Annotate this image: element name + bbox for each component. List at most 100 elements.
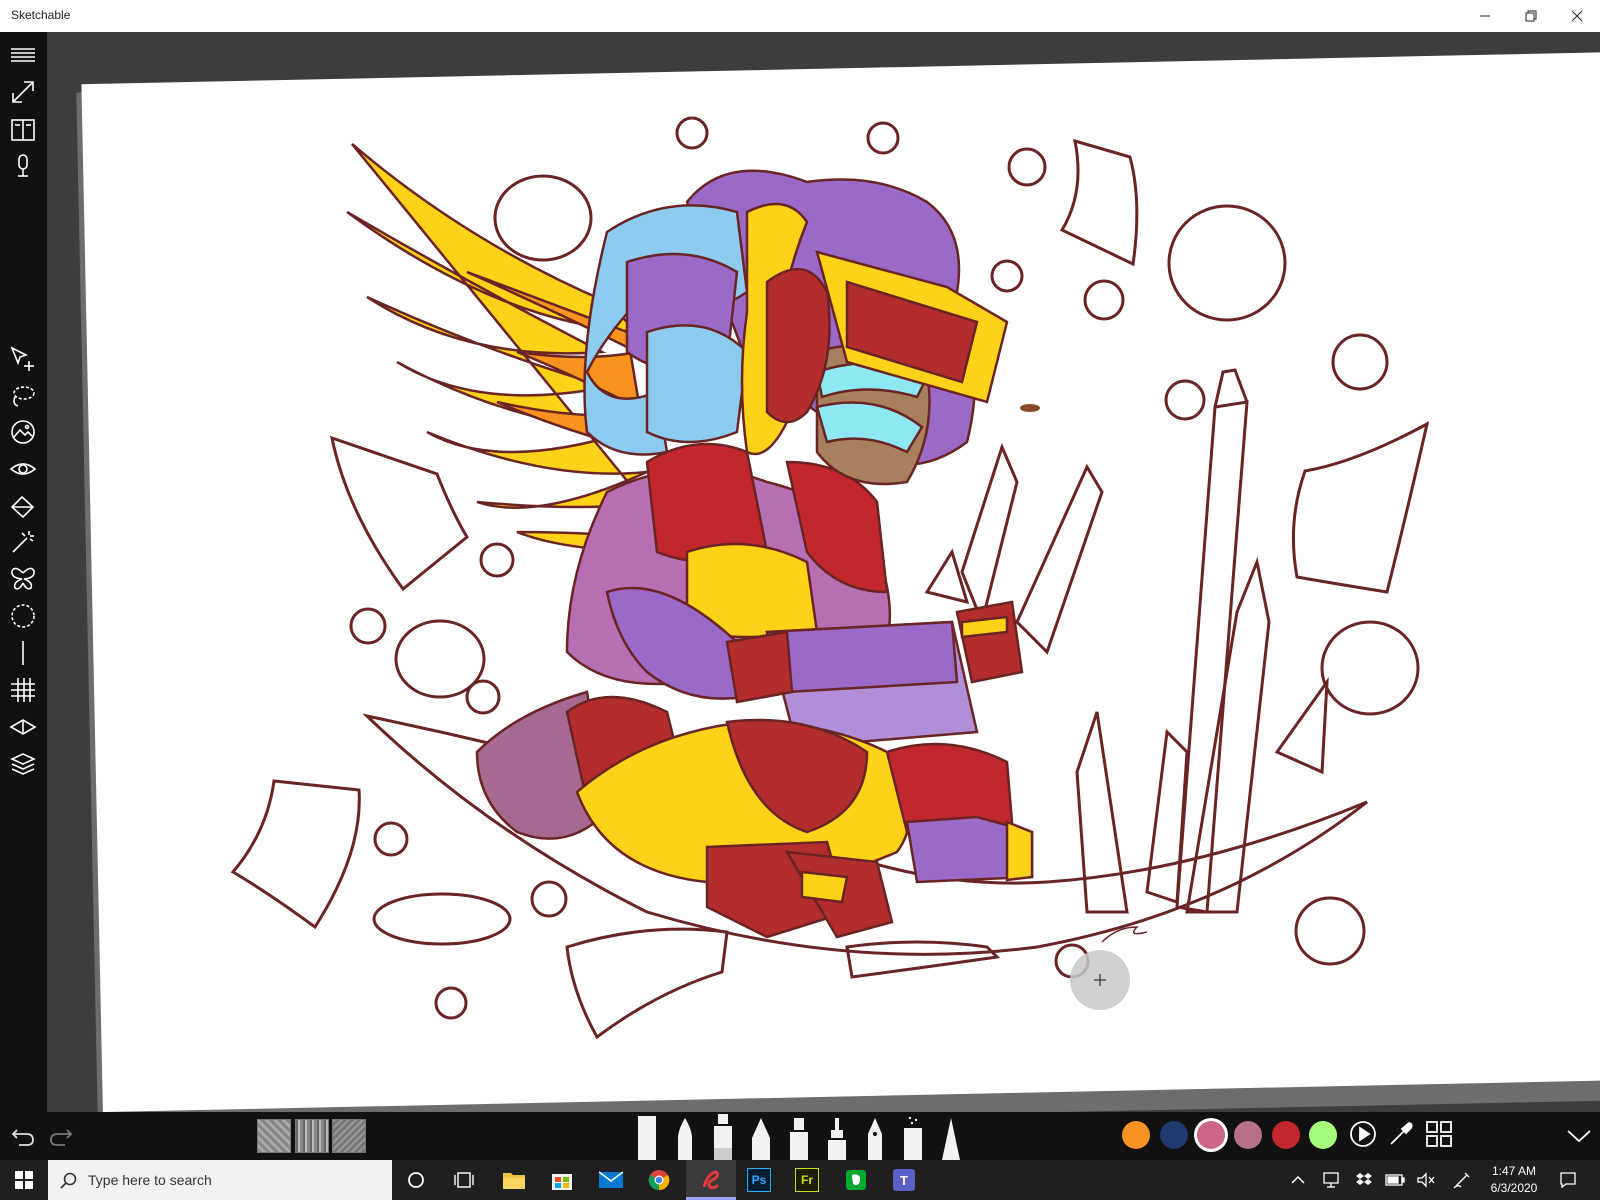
ruler-tool[interactable]	[7, 637, 39, 669]
store-icon	[552, 1174, 572, 1190]
fullscreen-button[interactable]	[7, 76, 39, 108]
symmetry-tool[interactable]	[7, 563, 39, 595]
chisel-marker-brush[interactable]	[784, 1112, 814, 1160]
eyedropper-button[interactable]	[1387, 1120, 1415, 1148]
left-toolbar	[0, 32, 47, 1112]
fill-tool[interactable]	[7, 490, 39, 522]
undo-button[interactable]	[9, 1121, 37, 1149]
menu-button[interactable]	[7, 39, 39, 71]
pen-icon	[1453, 1172, 1470, 1189]
perspective-tool[interactable]	[7, 711, 39, 743]
chevron-up-icon	[1291, 1175, 1305, 1184]
notification-icon	[1560, 1172, 1576, 1189]
marker-brush[interactable]	[632, 1112, 662, 1160]
teams-icon: T	[893, 1169, 915, 1191]
cortana-button[interactable]	[399, 1163, 433, 1197]
color-swatch-navy[interactable]	[1160, 1121, 1188, 1149]
menu-icon	[11, 48, 35, 62]
store-button[interactable]	[545, 1163, 579, 1197]
volume-button[interactable]	[1416, 1170, 1436, 1190]
layers-tool[interactable]	[7, 748, 39, 780]
fresco-label: Fr	[801, 1173, 813, 1187]
start-button[interactable]	[7, 1163, 41, 1197]
ink-brush[interactable]	[708, 1112, 738, 1160]
perspective-icon	[9, 719, 37, 735]
texture-1[interactable]	[257, 1119, 291, 1153]
lasso-tool[interactable]	[7, 380, 39, 412]
drawing-canvas[interactable]	[47, 32, 1600, 1112]
voice-button[interactable]	[7, 150, 39, 182]
grid-view-icon	[1426, 1121, 1452, 1147]
dropbox-button[interactable]	[1354, 1170, 1374, 1190]
dropbox-icon	[1356, 1173, 1372, 1185]
task-view-button[interactable]	[447, 1163, 481, 1197]
color-swatch-green[interactable]	[1309, 1121, 1337, 1149]
texture-3[interactable]	[332, 1119, 366, 1153]
color-swatch-orange[interactable]	[1122, 1121, 1150, 1149]
eyedropper-icon	[1390, 1122, 1413, 1145]
battery-button[interactable]	[1385, 1170, 1405, 1190]
redo-button[interactable]	[47, 1121, 75, 1149]
image-insert-icon	[11, 420, 35, 444]
chrome-button[interactable]	[642, 1163, 676, 1197]
clock-time: 1:47 AM	[1491, 1164, 1537, 1178]
search-icon	[60, 1172, 77, 1189]
playback-button[interactable]	[1349, 1120, 1377, 1148]
fresco-button[interactable]: Fr	[790, 1163, 824, 1197]
spray-brush[interactable]	[898, 1112, 928, 1160]
grid-tool[interactable]	[7, 674, 39, 706]
mail-button[interactable]	[594, 1163, 628, 1197]
close-icon	[1571, 10, 1583, 22]
select-move-tool[interactable]	[7, 343, 39, 375]
pen-workspace-button[interactable]	[1452, 1170, 1472, 1190]
grid-icon	[11, 678, 35, 702]
magic-wand-tool[interactable]	[7, 526, 39, 558]
color-grid-button[interactable]	[1425, 1120, 1453, 1148]
magic-wand-icon	[12, 531, 34, 553]
network-icon	[1323, 1172, 1339, 1188]
pencil-brush[interactable]	[746, 1112, 776, 1160]
chrome-icon	[648, 1170, 670, 1191]
restore-button[interactable]	[1508, 0, 1554, 32]
fullscreen-icon	[12, 81, 34, 103]
visibility-tool[interactable]	[7, 453, 39, 485]
close-button[interactable]	[1554, 0, 1600, 32]
volume-muted-icon	[1417, 1172, 1435, 1188]
evernote-button[interactable]	[839, 1163, 873, 1197]
color-swatch-red[interactable]	[1272, 1121, 1300, 1149]
sketchable-icon	[702, 1170, 720, 1190]
photoshop-button[interactable]: Ps	[742, 1163, 776, 1197]
clock[interactable]: 1:47 AM 6/3/2020	[1484, 1163, 1544, 1197]
color-swatch-mauve[interactable]	[1234, 1121, 1262, 1149]
file-explorer-button[interactable]	[497, 1163, 531, 1197]
photoshop-label: Ps	[751, 1173, 767, 1187]
restore-icon	[1525, 10, 1537, 22]
color-swatch-pink[interactable]	[1197, 1121, 1225, 1149]
sketchable-button[interactable]	[694, 1163, 728, 1197]
pen-brush[interactable]	[670, 1112, 700, 1160]
photoshop-icon: Ps	[747, 1168, 771, 1192]
file-explorer-icon	[503, 1173, 525, 1189]
search-placeholder: Type here to search	[88, 1172, 212, 1188]
network-button[interactable]	[1321, 1170, 1341, 1190]
show-hidden-icons-button[interactable]	[1288, 1170, 1308, 1190]
collapse-toolbar-button[interactable]	[1565, 1126, 1593, 1146]
texture-2[interactable]	[295, 1119, 329, 1153]
title-bar: Sketchable	[0, 0, 1600, 33]
image-insert-tool[interactable]	[7, 416, 39, 448]
undo-icon	[11, 1129, 34, 1146]
ruler-icon	[22, 641, 24, 665]
teams-button[interactable]: T	[887, 1163, 921, 1197]
fountain-pen-brush[interactable]	[860, 1112, 890, 1160]
cortana-icon	[408, 1172, 424, 1188]
sketchbook-button[interactable]	[7, 114, 39, 146]
circle-select-tool[interactable]	[7, 600, 39, 632]
action-center-button[interactable]	[1558, 1170, 1578, 1190]
search-box[interactable]: Type here to search	[48, 1160, 392, 1200]
artwork	[230, 116, 1430, 1040]
cone-brush[interactable]	[936, 1112, 966, 1160]
minimize-button[interactable]	[1462, 0, 1508, 32]
chevron-down-icon	[1567, 1130, 1591, 1143]
lasso-icon	[13, 386, 35, 407]
technical-pen-brush[interactable]	[822, 1112, 852, 1160]
